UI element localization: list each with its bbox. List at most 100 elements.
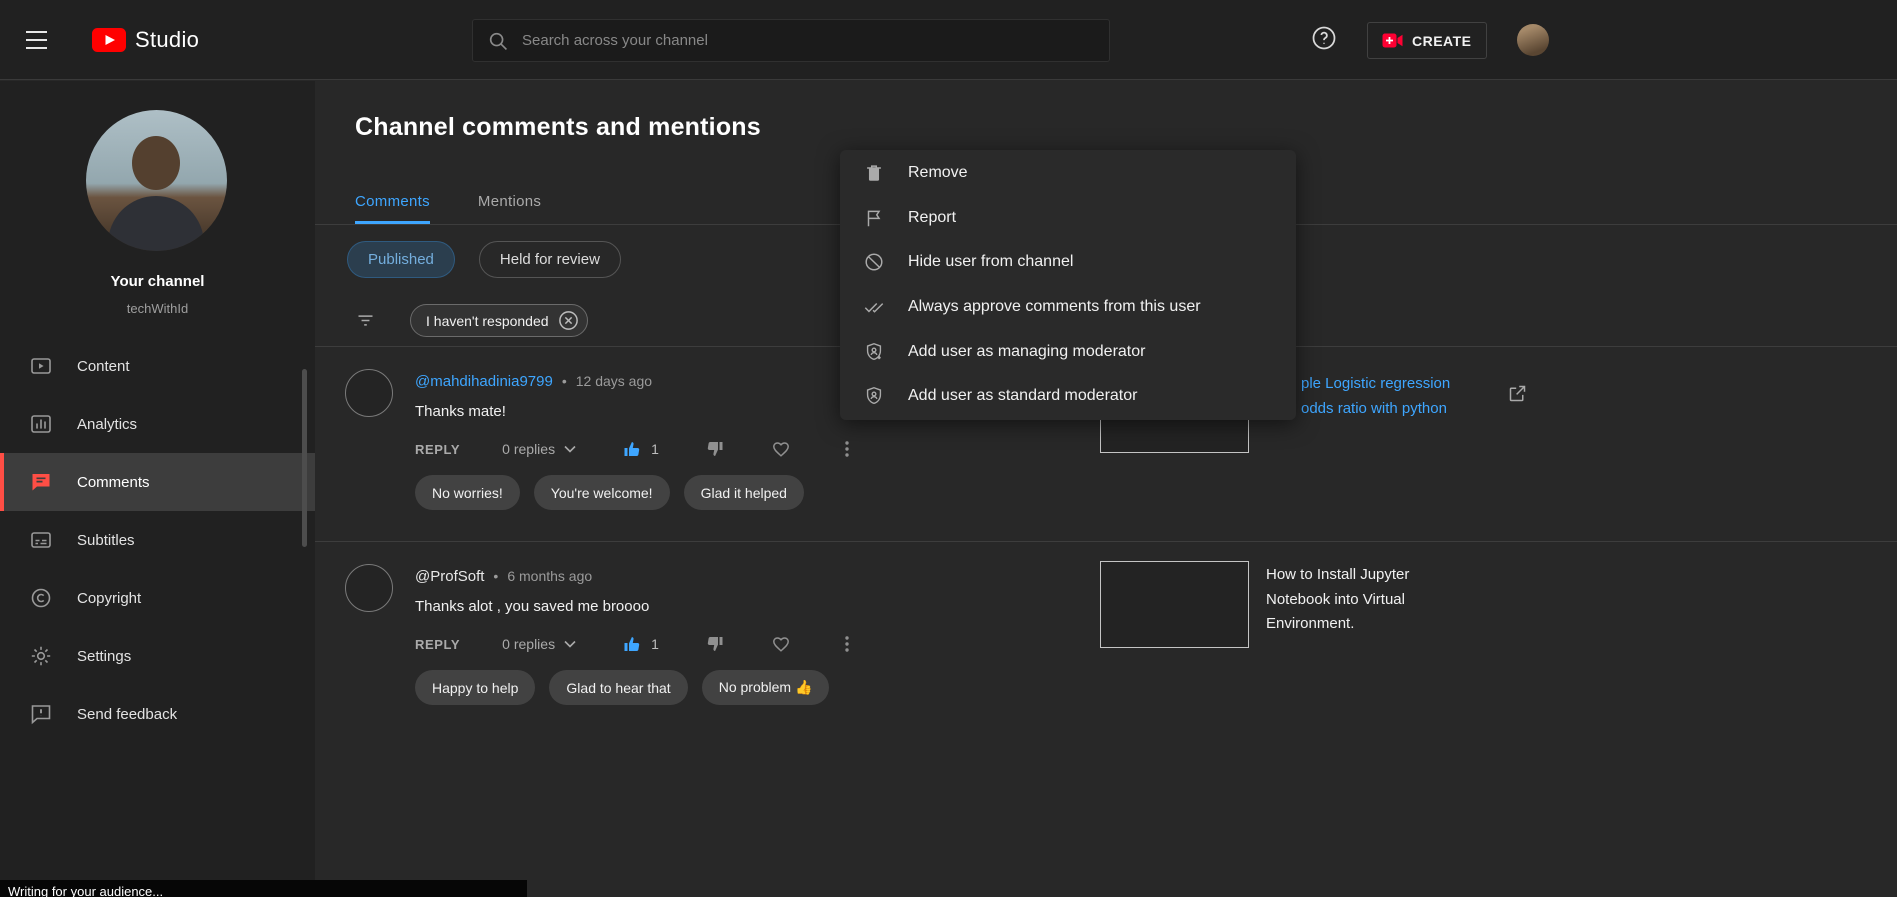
replies-count: 0 replies <box>502 441 555 457</box>
like-group: 1 <box>622 634 659 654</box>
smart-reply-chip[interactable]: You're welcome! <box>534 475 670 510</box>
help-icon[interactable] <box>1310 24 1338 52</box>
commenter-avatar[interactable] <box>345 369 393 417</box>
search-input[interactable] <box>522 32 1095 49</box>
reply-button[interactable]: REPLY <box>415 442 460 457</box>
comment-meta: @ProfSoft • 6 months ago <box>415 568 592 585</box>
comment-author[interactable]: @ProfSoft <box>415 568 484 585</box>
thumb-up-icon[interactable] <box>622 439 642 459</box>
thumb-down-icon[interactable] <box>705 634 725 654</box>
video-title-link[interactable]: ple Logistic regression odds ratio with … <box>1301 371 1450 421</box>
menu-item-hide-user[interactable]: Hide user from channel <box>840 240 1296 285</box>
youtube-studio-logo[interactable]: Studio <box>92 27 199 53</box>
comment-text: Thanks mate! <box>415 403 506 421</box>
smart-reply-chip[interactable]: No problem 👍 <box>702 670 830 705</box>
applied-filter-chip[interactable]: I haven't responded <box>410 304 588 337</box>
more-options-icon[interactable] <box>837 634 857 654</box>
menu-item-add-managing-moderator[interactable]: Add user as managing moderator <box>840 329 1296 374</box>
sidebar-item-label: Send feedback <box>77 706 177 723</box>
sidebar-item-analytics[interactable]: Analytics <box>0 395 315 453</box>
comment-row: @ProfSoft • 6 months ago Thanks alot , y… <box>315 542 1897 778</box>
create-button[interactable]: CREATE <box>1367 22 1487 59</box>
video-title-line: Environment. <box>1266 612 1456 637</box>
comment-text: Thanks alot , you saved me broooo <box>415 598 649 616</box>
smart-reply-chip[interactable]: Happy to help <box>415 670 535 705</box>
comment-author[interactable]: @mahdihadinia9799 <box>415 373 553 390</box>
smart-reply-chip[interactable]: No worries! <box>415 475 520 510</box>
video-title-line: ple Logistic regression <box>1301 371 1450 396</box>
sidebar-item-subtitles[interactable]: Subtitles <box>0 511 315 569</box>
sidebar-item-send-feedback[interactable]: Send feedback <box>0 685 315 743</box>
heart-icon[interactable] <box>771 439 791 459</box>
settings-gear-icon <box>29 644 53 668</box>
filter-chip-held-for-review[interactable]: Held for review <box>479 241 621 278</box>
comment-options-menu: Remove Report Hide user from channel Alw… <box>840 150 1296 420</box>
filter-chip-published[interactable]: Published <box>347 241 455 278</box>
sidebar-item-content[interactable]: Content <box>0 337 315 395</box>
menu-item-label: Always approve comments from this user <box>908 298 1201 316</box>
video-title-line: How to Install Jupyter <box>1266 563 1456 588</box>
sidebar-item-label: Comments <box>77 474 150 491</box>
top-app-bar: Studio CREATE <box>0 0 1897 80</box>
analytics-icon <box>29 412 53 436</box>
sidebar-item-label: Settings <box>77 648 131 665</box>
channel-handle: techWithId <box>0 301 315 316</box>
tab-mentions[interactable]: Mentions <box>478 177 541 224</box>
block-icon <box>863 251 885 273</box>
remove-filter-icon[interactable] <box>558 310 579 331</box>
account-avatar[interactable] <box>1517 24 1549 56</box>
menu-item-label: Add user as standard moderator <box>908 387 1137 405</box>
reply-button[interactable]: REPLY <box>415 637 460 652</box>
video-thumbnail[interactable] <box>1100 561 1249 648</box>
menu-item-label: Report <box>908 209 956 227</box>
chevron-down-icon <box>564 445 576 453</box>
channel-search <box>472 19 1110 62</box>
menu-item-label: Add user as managing moderator <box>908 343 1145 361</box>
tab-comments[interactable]: Comments <box>355 177 430 224</box>
menu-item-report[interactable]: Report <box>840 196 1296 241</box>
like-group: 1 <box>622 439 659 459</box>
heart-icon[interactable] <box>771 634 791 654</box>
menu-item-label: Hide user from channel <box>908 253 1073 271</box>
channel-name[interactable]: Your channel <box>0 273 315 290</box>
replies-toggle[interactable]: 0 replies <box>502 636 576 652</box>
external-link-icon[interactable] <box>1507 383 1528 404</box>
like-count: 1 <box>651 636 659 652</box>
smart-reply-chip[interactable]: Glad to hear that <box>549 670 687 705</box>
meta-separator: • <box>562 373 567 389</box>
menu-item-label: Remove <box>908 164 968 182</box>
sidebar-scrollbar[interactable] <box>302 369 307 547</box>
sidebar: Your channel techWithId Content Analytic… <box>0 81 315 897</box>
thumb-up-icon[interactable] <box>622 634 642 654</box>
sidebar-item-comments[interactable]: Comments <box>0 453 315 511</box>
channel-avatar[interactable] <box>86 110 227 251</box>
comment-time: 6 months ago <box>507 568 592 584</box>
sidebar-item-settings[interactable]: Settings <box>0 627 315 685</box>
subtitles-icon <box>29 528 53 552</box>
copyright-icon <box>29 586 53 610</box>
filter-icon[interactable] <box>355 310 376 331</box>
commenter-avatar[interactable] <box>345 564 393 612</box>
comment-actions: REPLY 0 replies 1 <box>415 628 857 660</box>
comment-actions: REPLY 0 replies 1 <box>415 433 857 465</box>
smart-reply-chip[interactable]: Glad it helped <box>684 475 804 510</box>
sidebar-item-copyright[interactable]: Copyright <box>0 569 315 627</box>
menu-icon[interactable] <box>26 31 50 49</box>
menu-item-always-approve[interactable]: Always approve comments from this user <box>840 285 1296 330</box>
sidebar-item-label: Subtitles <box>77 532 135 549</box>
meta-separator: • <box>493 568 498 584</box>
status-filter-chips: Published Held for review <box>347 241 621 278</box>
page-title: Channel comments and mentions <box>355 113 761 142</box>
video-title-line: Notebook into Virtual <box>1266 588 1456 613</box>
smart-replies: No worries! You're welcome! Glad it help… <box>415 475 804 510</box>
more-options-icon[interactable] <box>837 439 857 459</box>
sidebar-item-label: Copyright <box>77 590 141 607</box>
comment-time: 12 days ago <box>576 373 652 389</box>
menu-item-add-standard-moderator[interactable]: Add user as standard moderator <box>840 374 1296 419</box>
comment-meta: @mahdihadinia9799 • 12 days ago <box>415 373 652 390</box>
thumb-down-icon[interactable] <box>705 439 725 459</box>
sidebar-item-label: Analytics <box>77 416 137 433</box>
create-label: CREATE <box>1412 33 1472 49</box>
replies-toggle[interactable]: 0 replies <box>502 441 576 457</box>
menu-item-remove[interactable]: Remove <box>840 151 1296 196</box>
